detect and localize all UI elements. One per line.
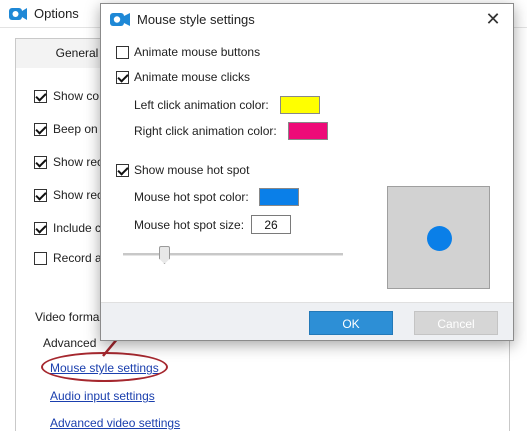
animate-clicks-checkbox[interactable] [116,71,129,84]
option-label: Include c [53,221,102,235]
option-checkbox[interactable] [34,156,47,169]
hot-spot-preview [387,186,490,289]
left-click-color-swatch[interactable] [280,96,320,114]
option-checkbox[interactable] [34,252,47,265]
option-checkbox[interactable] [34,222,47,235]
option-label: Show rec [53,188,104,202]
option-label: Show rec [53,155,104,169]
left-click-color-label: Left click animation color: [134,98,269,112]
hot-spot-size-label: Mouse hot spot size: [134,218,245,232]
ok-button[interactable]: OK [309,311,393,335]
animate-buttons-checkbox[interactable] [116,46,129,59]
option-checkbox[interactable] [34,123,47,136]
mouse-style-dialog: Mouse style settings ✕ Animate mouse but… [100,3,514,341]
hot-spot-size-input[interactable] [251,215,291,234]
dialog-titlebar: Mouse style settings ✕ [101,4,513,34]
camera-app-icon [9,8,27,20]
advanced-section-label: Advanced [43,336,97,350]
options-title: Options [34,6,79,21]
option-checkbox[interactable] [34,90,47,103]
highlight-oval [41,352,168,382]
dialog-footer: OK Cancel [101,302,513,340]
show-hot-spot-label: Show mouse hot spot [134,163,250,177]
hot-spot-color-swatch[interactable] [259,188,299,206]
option-label: Record a [53,251,102,265]
animate-clicks-label: Animate mouse clicks [134,70,251,84]
advanced-video-settings-link[interactable]: Advanced video settings [50,416,180,430]
animate-buttons-label: Animate mouse buttons [134,45,261,59]
hot-spot-size-slider-track[interactable] [123,253,343,256]
option-label: Beep on [53,122,98,136]
show-hot-spot-checkbox[interactable] [116,164,129,177]
cancel-button[interactable]: Cancel [414,311,498,335]
right-click-color-label: Right click animation color: [134,124,277,138]
video-format-label: Video forma [35,310,100,324]
close-icon[interactable]: ✕ [483,10,503,30]
audio-input-settings-link[interactable]: Audio input settings [50,389,155,403]
hot-spot-preview-dot [427,226,452,251]
hot-spot-size-slider-thumb[interactable] [159,246,170,264]
camera-app-icon [110,13,130,26]
dialog-title: Mouse style settings [137,12,255,27]
right-click-color-swatch[interactable] [288,122,328,140]
hot-spot-color-label: Mouse hot spot color: [134,190,249,204]
option-label: Show co [53,89,100,103]
option-checkbox[interactable] [34,189,47,202]
